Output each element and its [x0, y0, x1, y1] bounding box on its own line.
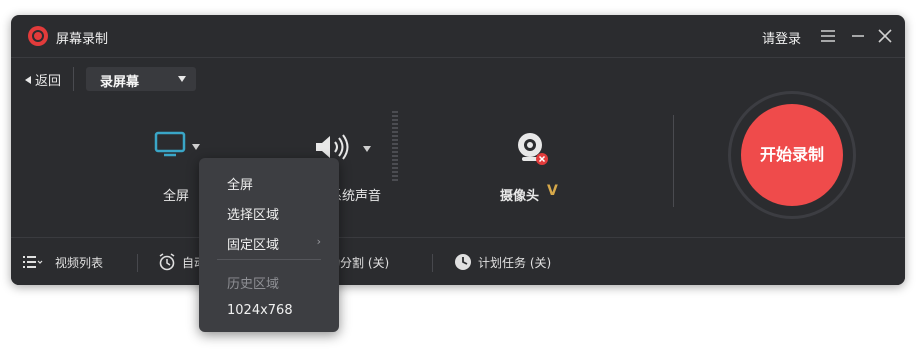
back-button[interactable]: 返回: [25, 70, 61, 89]
menu-item-select-region[interactable]: 选择区域: [227, 204, 279, 223]
menu-item-history-1024x768[interactable]: 1024x768: [227, 303, 293, 318]
app-window: 屏幕录制 请登录 返回 录屏幕 全屏 系统声音 摄像头 V 开始录制 视频列表 …: [11, 15, 905, 285]
menu-divider: [217, 259, 321, 260]
volume-meter: [392, 111, 398, 183]
menu-icon[interactable]: [819, 27, 837, 45]
alarm-clock-icon: [159, 253, 175, 271]
toolbar-divider: [73, 67, 74, 91]
record-mode-label: 录屏幕: [100, 75, 140, 90]
screen-mode-dropdown: 全屏 选择区域 固定区域 › 历史区域 1024x768: [199, 158, 339, 332]
history-region-header: 历史区域: [227, 277, 280, 292]
title-divider: [11, 57, 905, 58]
bottom-divider: [432, 254, 433, 272]
speaker-icon[interactable]: [314, 133, 354, 161]
start-record-button[interactable]: 开始录制: [741, 104, 843, 206]
record-divider: [673, 115, 674, 207]
list-icon[interactable]: [23, 255, 43, 269]
app-title: 屏幕录制: [56, 32, 109, 47]
minimize-icon[interactable]: [849, 27, 867, 45]
camera-source-label: 摄像头: [500, 189, 540, 204]
menu-item-fixed-region[interactable]: 固定区域: [227, 234, 279, 253]
audio-options-chevron-icon[interactable]: [363, 146, 371, 152]
chevron-right-icon: ›: [316, 235, 321, 248]
login-link[interactable]: 请登录: [762, 28, 801, 47]
webcam-icon[interactable]: [514, 131, 550, 167]
chevron-down-icon: [178, 76, 186, 82]
bottom-bar: 视频列表 自动停止 (关) 自动分割 (关) 计划任务 (关): [11, 237, 905, 285]
back-arrow-icon: [25, 76, 31, 84]
title-bar: 屏幕录制 请登录: [11, 15, 905, 57]
back-label: 返回: [35, 74, 62, 89]
monitor-icon[interactable]: [154, 131, 186, 157]
vip-badge: V: [547, 183, 558, 199]
record-mode-select[interactable]: 录屏幕: [86, 67, 196, 91]
screen-options-chevron-icon[interactable]: [192, 144, 200, 150]
video-list-link[interactable]: 视频列表: [55, 254, 103, 271]
clock-icon: [455, 254, 471, 270]
start-record-label: 开始录制: [759, 147, 824, 164]
bottom-divider: [137, 254, 138, 272]
screen-source-label: 全屏: [163, 189, 190, 204]
menu-item-fullscreen[interactable]: 全屏: [227, 174, 253, 193]
record-logo-icon: [28, 26, 48, 46]
schedule-task-toggle[interactable]: 计划任务 (关): [478, 254, 551, 271]
close-icon[interactable]: [876, 27, 894, 45]
